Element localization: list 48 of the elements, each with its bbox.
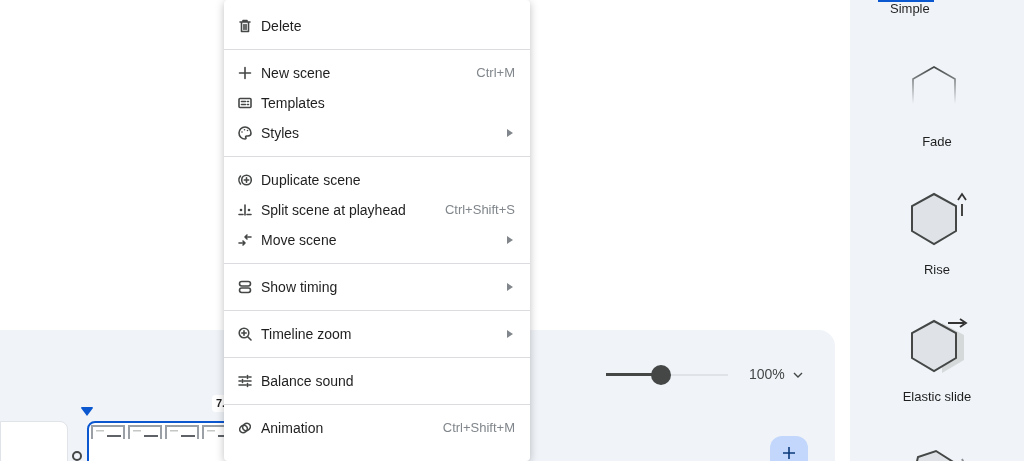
- menu-item[interactable]: Styles: [224, 118, 530, 148]
- zoom-slider[interactable]: [606, 364, 728, 385]
- menu-item-label: Animation: [261, 418, 324, 438]
- shortcut-text: Ctrl+Shift+S: [444, 201, 515, 220]
- animation-label: Rise: [924, 260, 950, 279]
- menu-item-label: Balance sound: [261, 371, 354, 391]
- menu-item-label: Show timing: [261, 277, 338, 297]
- tab[interactable]: Simple: [878, 0, 934, 16]
- menu-item[interactable]: Delete: [224, 11, 530, 41]
- trash-icon: [237, 18, 253, 34]
- palette-icon: [237, 125, 253, 141]
- zoom-value: 100%: [749, 365, 785, 384]
- split-icon: [237, 202, 253, 218]
- menu-item-label: Duplicate scene: [261, 170, 361, 190]
- chevron-down-icon[interactable]: [792, 371, 803, 378]
- playhead-icon[interactable]: [81, 407, 93, 416]
- menu-item[interactable]: Templates: [224, 88, 530, 118]
- menu-item[interactable]: Timeline zoom: [224, 319, 530, 349]
- menu-item-label: New scene: [261, 63, 331, 83]
- menu-item[interactable]: Duplicate scene: [224, 165, 530, 195]
- zoom-in-icon: [237, 326, 253, 342]
- scene-thumbnail: [128, 425, 162, 439]
- rings-icon: [237, 420, 253, 436]
- animation-label: Elastic slide: [902, 388, 972, 406]
- move-icon: [237, 232, 253, 248]
- sliders-icon: [237, 373, 253, 389]
- animation-label: Fade: [922, 133, 952, 151]
- menu-item-label: Timeline zoom: [261, 324, 352, 344]
- shortcut-text: Ctrl+M: [476, 64, 515, 83]
- timing-icon: [237, 279, 253, 295]
- menu-item[interactable]: Balance sound: [224, 366, 530, 396]
- menu-item-label: Styles: [261, 123, 300, 143]
- shortcut-text: Ctrl+Shift+M: [442, 419, 515, 438]
- duplicate-icon: [237, 172, 253, 188]
- scene-thumbnail: [165, 425, 199, 439]
- menu-item-label: Split scene at playhead: [261, 200, 406, 220]
- menu-item[interactable]: Animation Ctrl+Shift+M: [224, 413, 530, 443]
- menu-item-label: Templates: [261, 93, 325, 113]
- menu-item[interactable]: Split scene at playhead Ctrl+Shift+S: [224, 195, 530, 225]
- menu-item-label: Move scene: [261, 230, 337, 250]
- scene-thumbnail: [91, 425, 125, 439]
- menu-item[interactable]: Show timing: [224, 272, 530, 302]
- template-icon: [237, 95, 253, 111]
- plus-icon: [782, 446, 796, 460]
- plus-icon: [237, 65, 253, 81]
- menu-item[interactable]: Move scene: [224, 225, 530, 255]
- menu-item-label: Delete: [261, 16, 302, 36]
- menu-item[interactable]: New scene Ctrl+M: [224, 58, 530, 88]
